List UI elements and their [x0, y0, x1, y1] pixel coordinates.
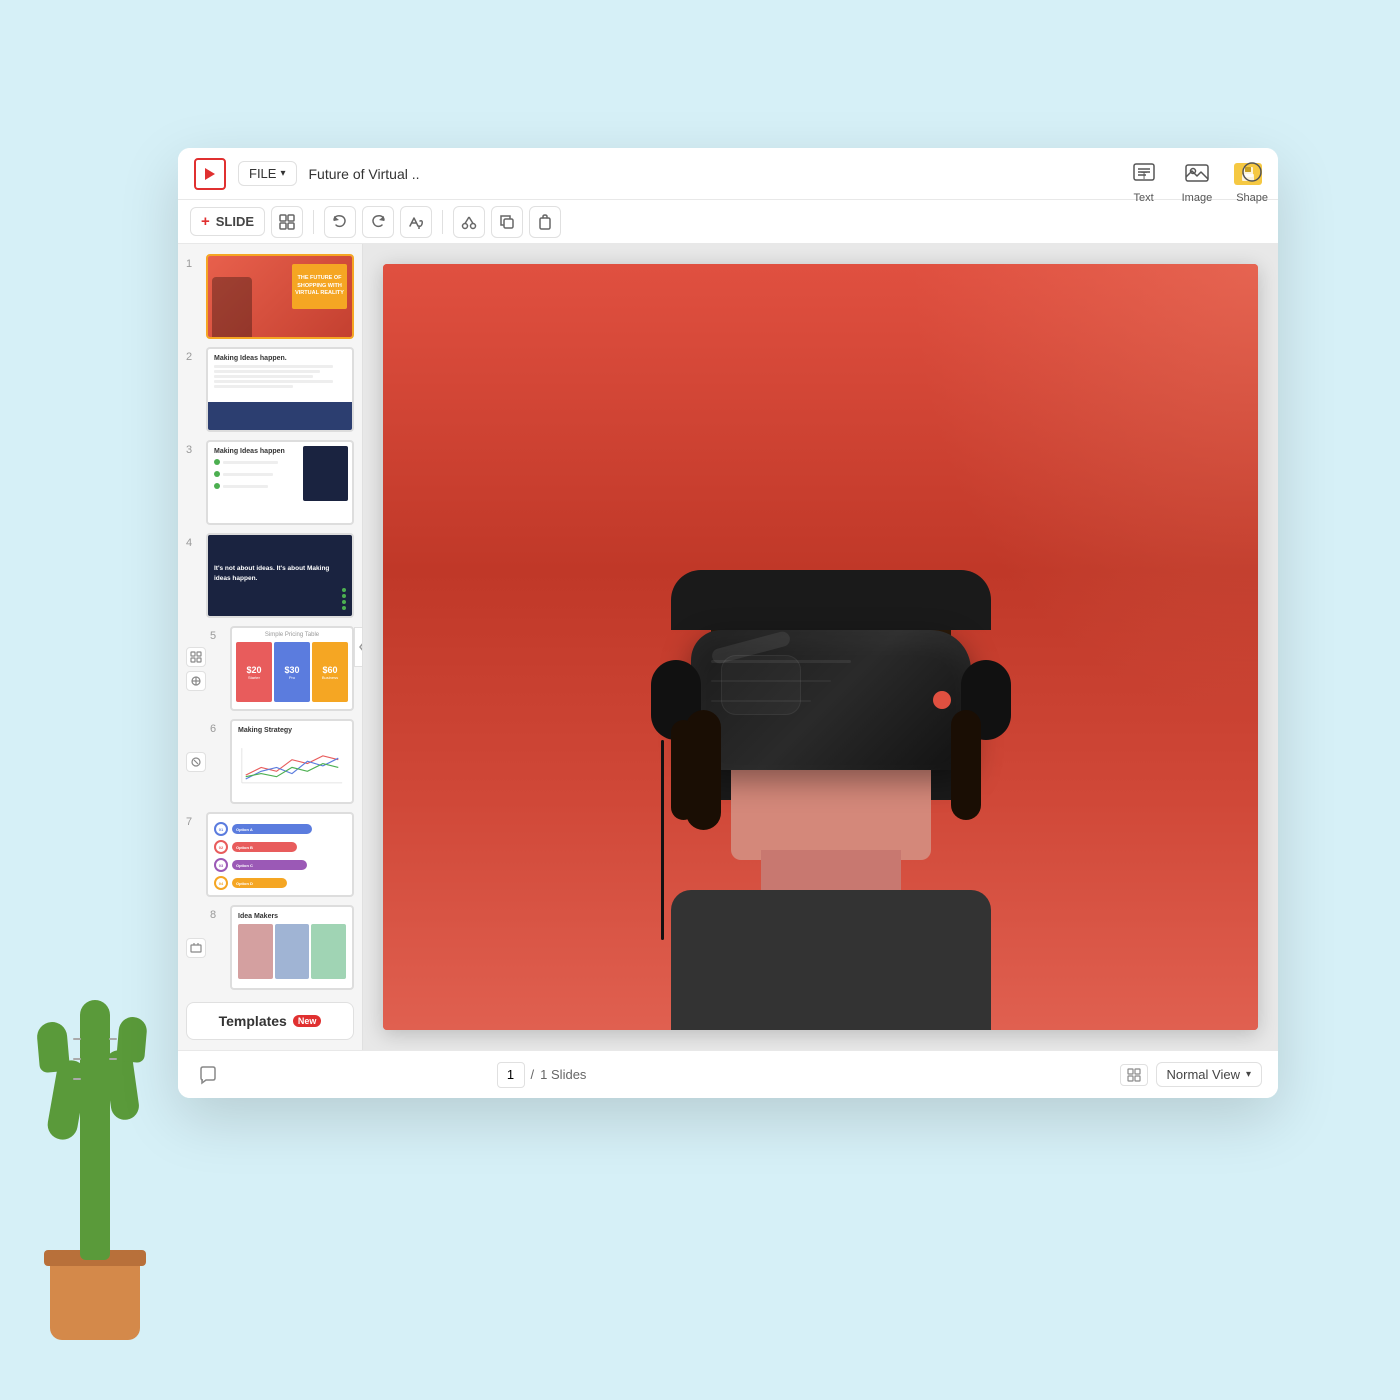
collapse-panel-handle[interactable] [354, 627, 363, 667]
add-slide-button[interactable]: + SLIDE [190, 207, 265, 236]
text-tool[interactable]: T Text [1130, 158, 1158, 204]
page-separator: / [531, 1067, 535, 1082]
app-window: FILE ▾ Future of Virtual .. + SLIDE [178, 148, 1278, 1098]
file-menu[interactable]: FILE ▾ [238, 161, 297, 186]
undo-button[interactable] [324, 206, 356, 238]
svg-text:T: T [1141, 171, 1147, 182]
shape-tool[interactable]: Shape [1236, 158, 1268, 204]
divider-1 [313, 210, 314, 234]
slide-side-icon-1[interactable] [186, 647, 206, 667]
main-canvas[interactable] [363, 244, 1278, 1050]
view-icon[interactable] [1120, 1064, 1148, 1086]
cut-button[interactable] [453, 206, 485, 238]
slide-thumb-7[interactable]: 7 01 Option A 02 Option B [186, 812, 354, 897]
slide-side-icon-4[interactable] [186, 938, 206, 958]
page-navigation: 1 / 1 Slides [497, 1062, 587, 1088]
divider-2 [442, 210, 443, 234]
paste-button[interactable] [529, 206, 561, 238]
redo-button[interactable] [362, 206, 394, 238]
present-button[interactable] [194, 158, 226, 190]
main-content: 1 THE FUTURE OF SHOPPING WITH VIRTUAL RE… [178, 244, 1278, 1050]
total-slides: 1 Slides [540, 1067, 586, 1082]
bottom-bar: 1 / 1 Slides Normal View ▾ [178, 1050, 1278, 1098]
vr-scene [383, 264, 1258, 1030]
comment-button[interactable] [194, 1061, 222, 1089]
slide-thumb-5[interactable]: 5 Simple Pricing Table $20Starter $30Pro… [210, 626, 354, 711]
slide-thumb-6[interactable]: 6 Making Strategy [210, 719, 354, 804]
slide-thumb-3[interactable]: 3 Making Ideas happen [186, 440, 354, 525]
paint-format-button[interactable] [400, 206, 432, 238]
layout-button[interactable] [271, 206, 303, 238]
slide-thumb-4[interactable]: 4 It's not about ideas. It's about Makin… [186, 533, 354, 618]
slide-6-area: 6 Making Strategy [186, 719, 354, 804]
insert-tools: T Text Image Shape [1130, 158, 1268, 204]
slide-8-area: 8 Idea Makers [186, 905, 354, 990]
slide-thumb-2[interactable]: 2 Making Ideas happen. [186, 347, 354, 432]
image-tool[interactable]: Image [1182, 158, 1213, 204]
slide-side-icon-3[interactable] [186, 752, 206, 772]
vr-person [631, 470, 1011, 1030]
slide-thumb-1[interactable]: 1 THE FUTURE OF SHOPPING WITH VIRTUAL RE… [186, 254, 354, 339]
toolbar: + SLIDE [178, 200, 1278, 244]
slide-panel: 1 THE FUTURE OF SHOPPING WITH VIRTUAL RE… [178, 244, 363, 1050]
normal-view-button[interactable]: Normal View ▾ [1156, 1062, 1262, 1087]
current-slide[interactable] [383, 264, 1258, 1030]
slide-5-area: 5 Simple Pricing Table $20Starter $30Pro… [186, 626, 354, 711]
page-number-input[interactable]: 1 [497, 1062, 525, 1088]
templates-button[interactable]: Templates New [186, 1002, 354, 1040]
slide-thumb-8[interactable]: 8 Idea Makers [210, 905, 354, 990]
slide-side-icon-2[interactable] [186, 671, 206, 691]
presentation-title: Future of Virtual .. [309, 166, 1223, 182]
copy-button[interactable] [491, 206, 523, 238]
title-bar: FILE ▾ Future of Virtual .. [178, 148, 1278, 200]
view-controls: Normal View ▾ [1120, 1062, 1262, 1087]
cactus-decoration [0, 860, 200, 1340]
